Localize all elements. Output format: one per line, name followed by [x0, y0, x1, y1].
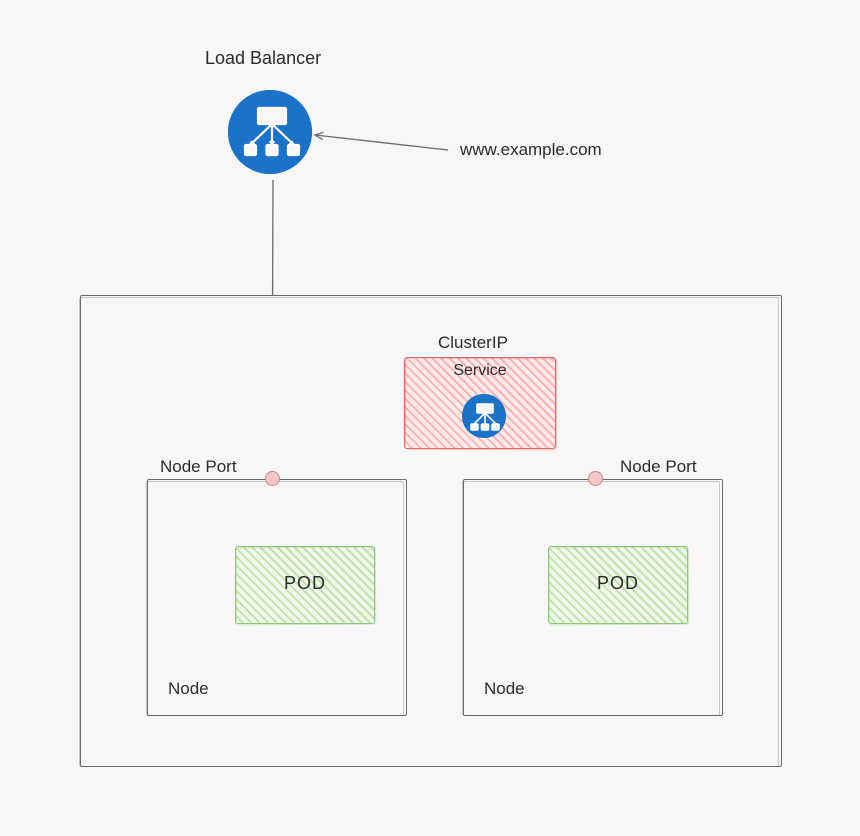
diagram-canvas: Load Balancer www.example.com ClusterIP [0, 0, 860, 836]
external-hostname-label: www.example.com [460, 140, 602, 160]
arrow-external-to-lb [315, 135, 448, 150]
load-balancer-title: Load Balancer [205, 48, 321, 69]
clusterip-service-label: Service [405, 362, 555, 380]
pod-right: POD [548, 546, 688, 624]
pod-left-label: POD [236, 573, 374, 594]
clusterip-title: ClusterIP [438, 333, 508, 353]
pod-left: POD [235, 546, 375, 624]
pod-right-label: POD [549, 573, 687, 594]
nodeport-right-label: Node Port [620, 457, 697, 477]
load-balancer-icon [228, 90, 312, 174]
nodeport-left-label: Node Port [160, 457, 237, 477]
nodeport-right-dot [588, 471, 603, 486]
node-left-label: Node [168, 679, 209, 699]
service-icon [462, 394, 506, 438]
clusterip-service-box: Service [404, 357, 556, 449]
node-right-label: Node [484, 679, 525, 699]
nodeport-left-dot [265, 471, 280, 486]
